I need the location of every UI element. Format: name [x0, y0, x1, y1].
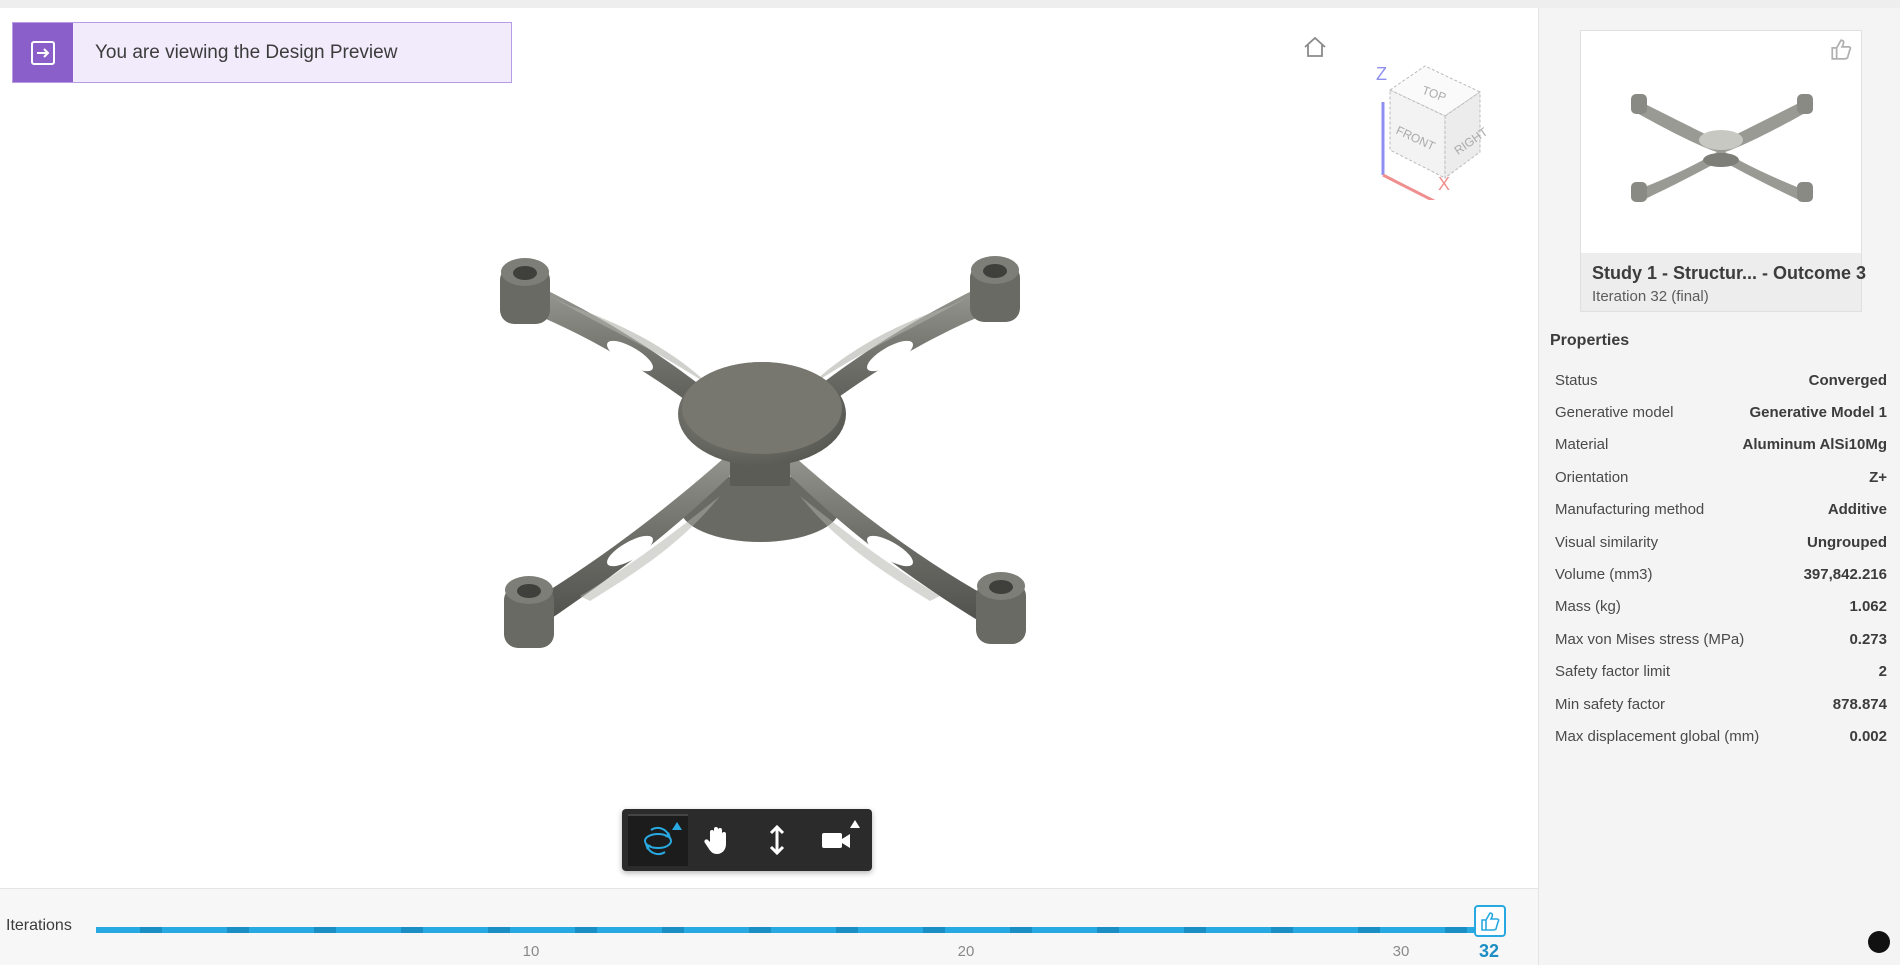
property-key: Generative model [1555, 404, 1674, 422]
property-key: Status [1555, 371, 1598, 389]
iterations-label: Iterations [6, 917, 72, 934]
camera-tool-button[interactable] [807, 814, 867, 866]
property-row: Max displacement global (mm) 0.002 [1555, 720, 1887, 752]
property-row: Volume (mm3) 397,842.216 [1555, 558, 1887, 590]
properties-list: Status Converged Generative model Genera… [1555, 364, 1887, 753]
property-value: 0.273 [1849, 630, 1887, 648]
property-row: Generative model Generative Model 1 [1555, 396, 1887, 428]
property-value: Converged [1808, 371, 1887, 389]
thumbs-up-icon [1481, 912, 1500, 931]
banner-text: You are viewing the Design Preview [95, 41, 398, 63]
property-key: Manufacturing method [1555, 501, 1705, 519]
generative-design-model[interactable] [480, 246, 1040, 666]
property-key: Max von Mises stress (MPa) [1555, 630, 1745, 648]
right-panel: Study 1 - Structur... - Outcome 3 Iterat… [1538, 8, 1900, 965]
pan-tool-button[interactable] [688, 814, 748, 866]
property-value: 2 [1878, 663, 1887, 681]
property-key: Volume (mm3) [1555, 566, 1653, 584]
tick-label-10: 10 [522, 943, 540, 960]
property-value: 1.062 [1849, 598, 1887, 616]
orbit-tool-button[interactable] [628, 814, 688, 866]
home-icon [1304, 36, 1326, 57]
property-row: Material Aluminum AlSi10Mg [1555, 429, 1887, 461]
orbit-options-indicator[interactable] [671, 822, 682, 830]
outcome-title: Study 1 - Structur... - Outcome 3 [1592, 263, 1867, 283]
view-cube[interactable]: Z X TOP FRONT RIGHT [1370, 60, 1491, 204]
exit-preview-button[interactable] [13, 23, 73, 82]
property-key: Max displacement global (mm) [1555, 727, 1760, 745]
thumbnail-footer: Study 1 - Structur... - Outcome 3 Iterat… [1581, 253, 1867, 311]
axis-z-label: Z [1376, 64, 1387, 84]
tick-label-20: 20 [957, 943, 975, 960]
camera-icon [822, 833, 851, 848]
exit-icon [31, 40, 55, 65]
pan-icon [704, 827, 727, 854]
iterations-slider-track[interactable] [96, 927, 1490, 933]
property-value: Ungrouped [1807, 533, 1887, 551]
property-value: Z+ [1869, 468, 1887, 486]
property-key: Min safety factor [1555, 695, 1666, 713]
property-key: Mass (kg) [1555, 598, 1621, 616]
property-key: Orientation [1555, 468, 1629, 486]
iterations-slider-handle[interactable] [1474, 905, 1506, 937]
app-logo-icon[interactable] [1868, 931, 1890, 953]
outcome-thumbnail-card[interactable]: Study 1 - Structur... - Outcome 3 Iterat… [1580, 30, 1867, 312]
property-value: Aluminum AlSi10Mg [1742, 436, 1887, 454]
outcome-thumbnail-image [1581, 31, 1861, 253]
property-row: Status Converged [1555, 364, 1887, 396]
property-row: Visual similarity Ungrouped [1555, 526, 1887, 558]
thumbs-up-icon [1831, 39, 1852, 60]
property-row: Manufacturing method Additive [1555, 494, 1887, 526]
property-row: Max von Mises stress (MPa) 0.273 [1555, 623, 1887, 655]
property-key: Visual similarity [1555, 533, 1659, 551]
top-bar [0, 0, 1900, 8]
property-row: Mass (kg) 1.062 [1555, 591, 1887, 623]
property-row: Orientation Z+ [1555, 461, 1887, 493]
property-value: 397,842.216 [1803, 566, 1887, 584]
design-preview-banner: You are viewing the Design Preview [12, 22, 512, 83]
property-value: 878.874 [1832, 695, 1887, 713]
3d-viewport[interactable]: You are viewing the Design Preview Z X T… [0, 8, 1538, 888]
property-key: Safety factor limit [1555, 663, 1671, 681]
zoom-tool-button[interactable] [747, 814, 807, 866]
like-outcome-button[interactable] [1829, 37, 1853, 66]
camera-options-indicator[interactable] [850, 820, 860, 828]
home-view-button[interactable] [1300, 32, 1330, 62]
tick-label-30: 30 [1392, 943, 1410, 960]
iterations-bar: Iterations 10 20 30 32 [0, 888, 1538, 965]
navigation-toolbar [622, 809, 872, 871]
outcome-iteration: Iteration 32 (final) [1592, 288, 1709, 305]
properties-heading: Properties [1550, 332, 1630, 349]
property-value: Additive [1827, 501, 1887, 519]
zoom-icon [769, 824, 784, 856]
property-value: 0.002 [1849, 727, 1887, 745]
property-value: Generative Model 1 [1749, 404, 1887, 422]
property-row: Min safety factor 878.874 [1555, 688, 1887, 720]
current-iteration-label: 32 [1478, 941, 1500, 961]
property-key: Material [1555, 436, 1609, 454]
orbit-icon [643, 827, 672, 855]
property-row: Safety factor limit 2 [1555, 656, 1887, 688]
